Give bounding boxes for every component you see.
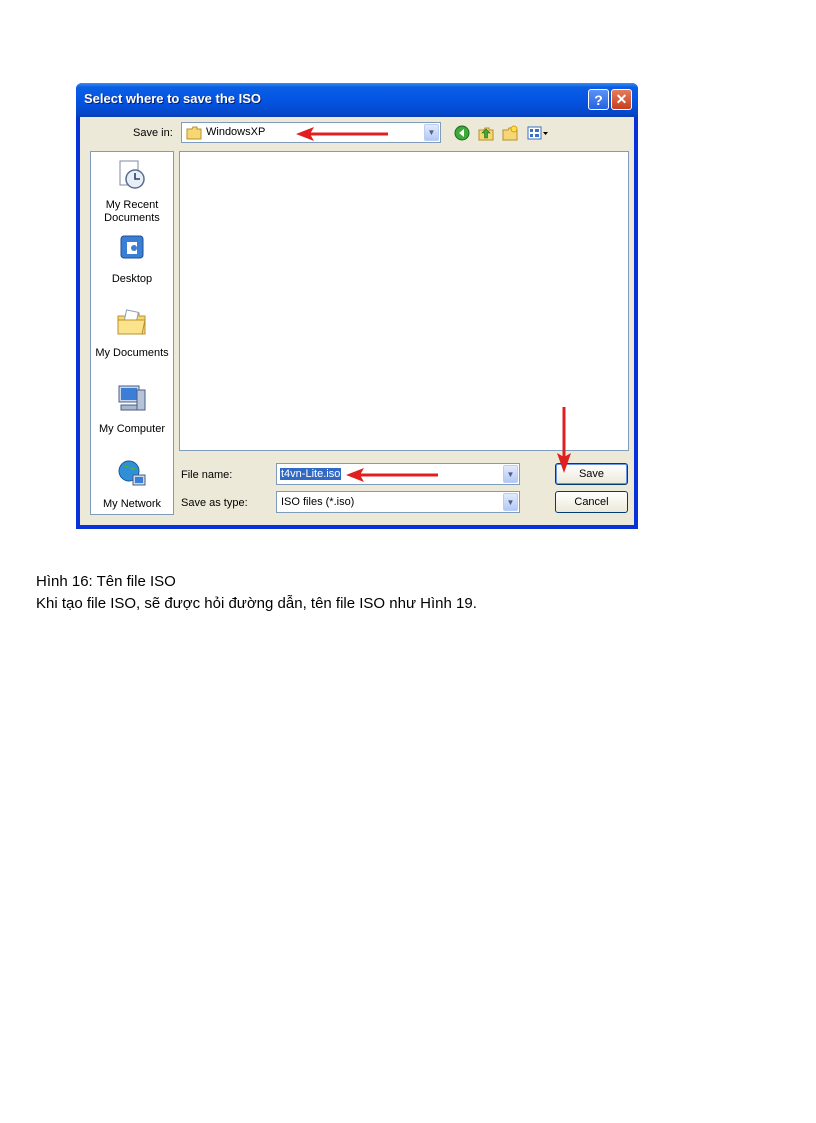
place-my-documents[interactable]: My Documents: [91, 306, 173, 360]
save-as-type-value: ISO files (*.iso): [281, 496, 355, 508]
desktop-icon: [120, 235, 144, 259]
chevron-down-icon: ▼: [427, 128, 436, 137]
file-name-value: t4vn-Lite.iso: [280, 468, 342, 480]
my-documents-icon: [117, 309, 146, 335]
up-folder-icon: [478, 127, 494, 141]
back-button[interactable]: [453, 124, 471, 142]
close-icon: ✕: [615, 91, 628, 107]
help-button[interactable]: ?: [588, 89, 609, 110]
place-desktop[interactable]: Desktop: [91, 232, 173, 286]
back-icon: [454, 125, 470, 141]
caption-description: Khi tạo file ISO, sẽ được hỏi đường dẫn,…: [36, 595, 477, 612]
new-folder-button[interactable]: [501, 124, 519, 142]
place-my-recent-documents[interactable]: My Recent Documents: [91, 158, 173, 225]
views-icon: [527, 126, 548, 140]
file-name-label: File name:: [181, 469, 233, 481]
place-my-computer[interactable]: My Computer: [91, 382, 173, 436]
place-label: Desktop: [111, 273, 153, 285]
figure-caption: Hình 16: Tên file ISO: [36, 573, 176, 590]
title-bar[interactable]: Select where to save the ISO ? ✕: [76, 83, 638, 117]
folder-icon: [186, 126, 202, 140]
dialog-body: Save in: WindowsXP ▼ My Recent Documents…: [80, 117, 634, 525]
close-button[interactable]: ✕: [611, 89, 632, 110]
save-in-value: WindowsXP: [206, 126, 266, 138]
save-as-type-select[interactable]: ISO files (*.iso) ▼: [276, 491, 520, 513]
recent-documents-icon: [119, 160, 145, 189]
new-folder-icon: [502, 125, 518, 141]
my-computer-icon: [118, 385, 146, 411]
annotation-arrow-file-name: [346, 468, 438, 482]
chevron-down-icon: ▼: [506, 497, 515, 507]
dialog-title: Select where to save the ISO: [84, 91, 262, 106]
places-bar: My Recent Documents Desktop My Documents: [90, 151, 174, 515]
views-menu-button[interactable]: [526, 124, 550, 142]
cancel-button[interactable]: Cancel: [555, 491, 628, 513]
my-network-icon: [118, 460, 146, 486]
place-label: My Documents: [95, 347, 169, 359]
help-icon: ?: [594, 91, 603, 108]
place-my-network[interactable]: My Network: [91, 457, 173, 511]
place-label: My Recent Documents: [104, 199, 160, 224]
save-in-label: Save in:: [133, 127, 173, 139]
annotation-arrow-save-button: [557, 407, 571, 473]
annotation-arrow-save-in: [296, 127, 388, 141]
place-label: My Computer: [98, 423, 166, 435]
save-in-dropdown-button[interactable]: ▼: [424, 124, 439, 141]
file-name-dropdown-button[interactable]: ▼: [503, 465, 518, 483]
save-as-type-label: Save as type:: [181, 497, 248, 509]
up-folder-button[interactable]: [477, 124, 495, 142]
chevron-down-icon: ▼: [506, 469, 515, 479]
place-label: My Network: [102, 498, 162, 510]
save-as-type-dropdown-button[interactable]: ▼: [503, 493, 518, 511]
